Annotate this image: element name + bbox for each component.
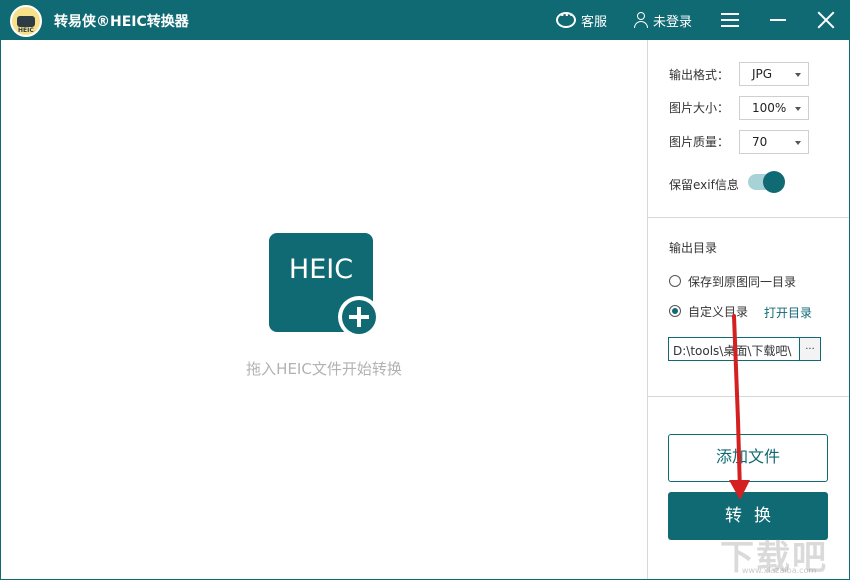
add-files-button[interactable]: 添加文件 — [668, 434, 828, 482]
output-path-field[interactable]: D:\tools\桌面\下载吧\ — [668, 337, 800, 361]
size-value: 100% — [752, 101, 787, 115]
chevron-down-icon — [795, 73, 801, 77]
quality-value: 70 — [752, 135, 768, 149]
app-title: 转易侠®HEIC转换器 — [54, 14, 189, 30]
chevron-down-icon — [795, 107, 801, 111]
format-select[interactable]: JPG — [739, 62, 809, 86]
quality-label: 图片质量： — [669, 135, 730, 149]
radio-custom-dir[interactable] — [669, 305, 681, 317]
minimize-icon[interactable] — [770, 19, 786, 21]
chevron-down-icon — [795, 141, 801, 145]
format-label: 输出格式： — [669, 68, 730, 82]
toggle-knob — [763, 171, 785, 193]
browse-button[interactable]: ... — [799, 337, 821, 361]
radio-custom-dir-label[interactable]: 自定义目录 — [688, 303, 748, 320]
title-bar: HEIC 转易侠®HEIC转换器 客服 未登录 — [0, 0, 850, 40]
drop-hint-text: 拖入HEIC文件开始转换 — [246, 360, 402, 378]
format-value: JPG — [752, 67, 773, 81]
radio-same-dir[interactable] — [669, 275, 681, 287]
user-icon — [634, 12, 648, 28]
watermark-url: www.xiazaiba.com — [742, 566, 817, 575]
logo-goggles — [17, 16, 35, 27]
size-label: 图片大小： — [669, 101, 730, 115]
window-border — [0, 40, 1, 580]
section-divider — [648, 396, 849, 397]
customer-service-label: 客服 — [581, 14, 608, 30]
app-logo: HEIC — [10, 5, 42, 37]
output-dir-heading: 输出目录 — [669, 241, 718, 255]
login-label: 未登录 — [653, 14, 693, 30]
add-plus-icon[interactable] — [338, 296, 380, 338]
chat-icon — [556, 8, 576, 28]
quality-select[interactable]: 70 — [739, 130, 809, 154]
radio-same-dir-label[interactable]: 保存到原图同一目录 — [688, 273, 796, 290]
settings-panel: 输出格式： JPG 图片大小： 100% 图片质量： 70 保留exif信息 输… — [648, 40, 849, 579]
heic-card-text: HEIC — [288, 254, 354, 285]
customer-service-button[interactable]: 客服 — [556, 8, 608, 30]
menu-icon[interactable] — [721, 13, 739, 27]
logo-text: HEIC — [18, 27, 34, 34]
exif-toggle[interactable] — [748, 171, 785, 193]
login-button[interactable]: 未登录 — [634, 10, 692, 30]
section-divider — [648, 217, 849, 218]
close-icon[interactable] — [817, 11, 835, 29]
open-dir-link[interactable]: 打开目录 — [764, 304, 812, 321]
exif-label: 保留exif信息 — [669, 178, 739, 192]
size-select[interactable]: 100% — [739, 96, 809, 120]
